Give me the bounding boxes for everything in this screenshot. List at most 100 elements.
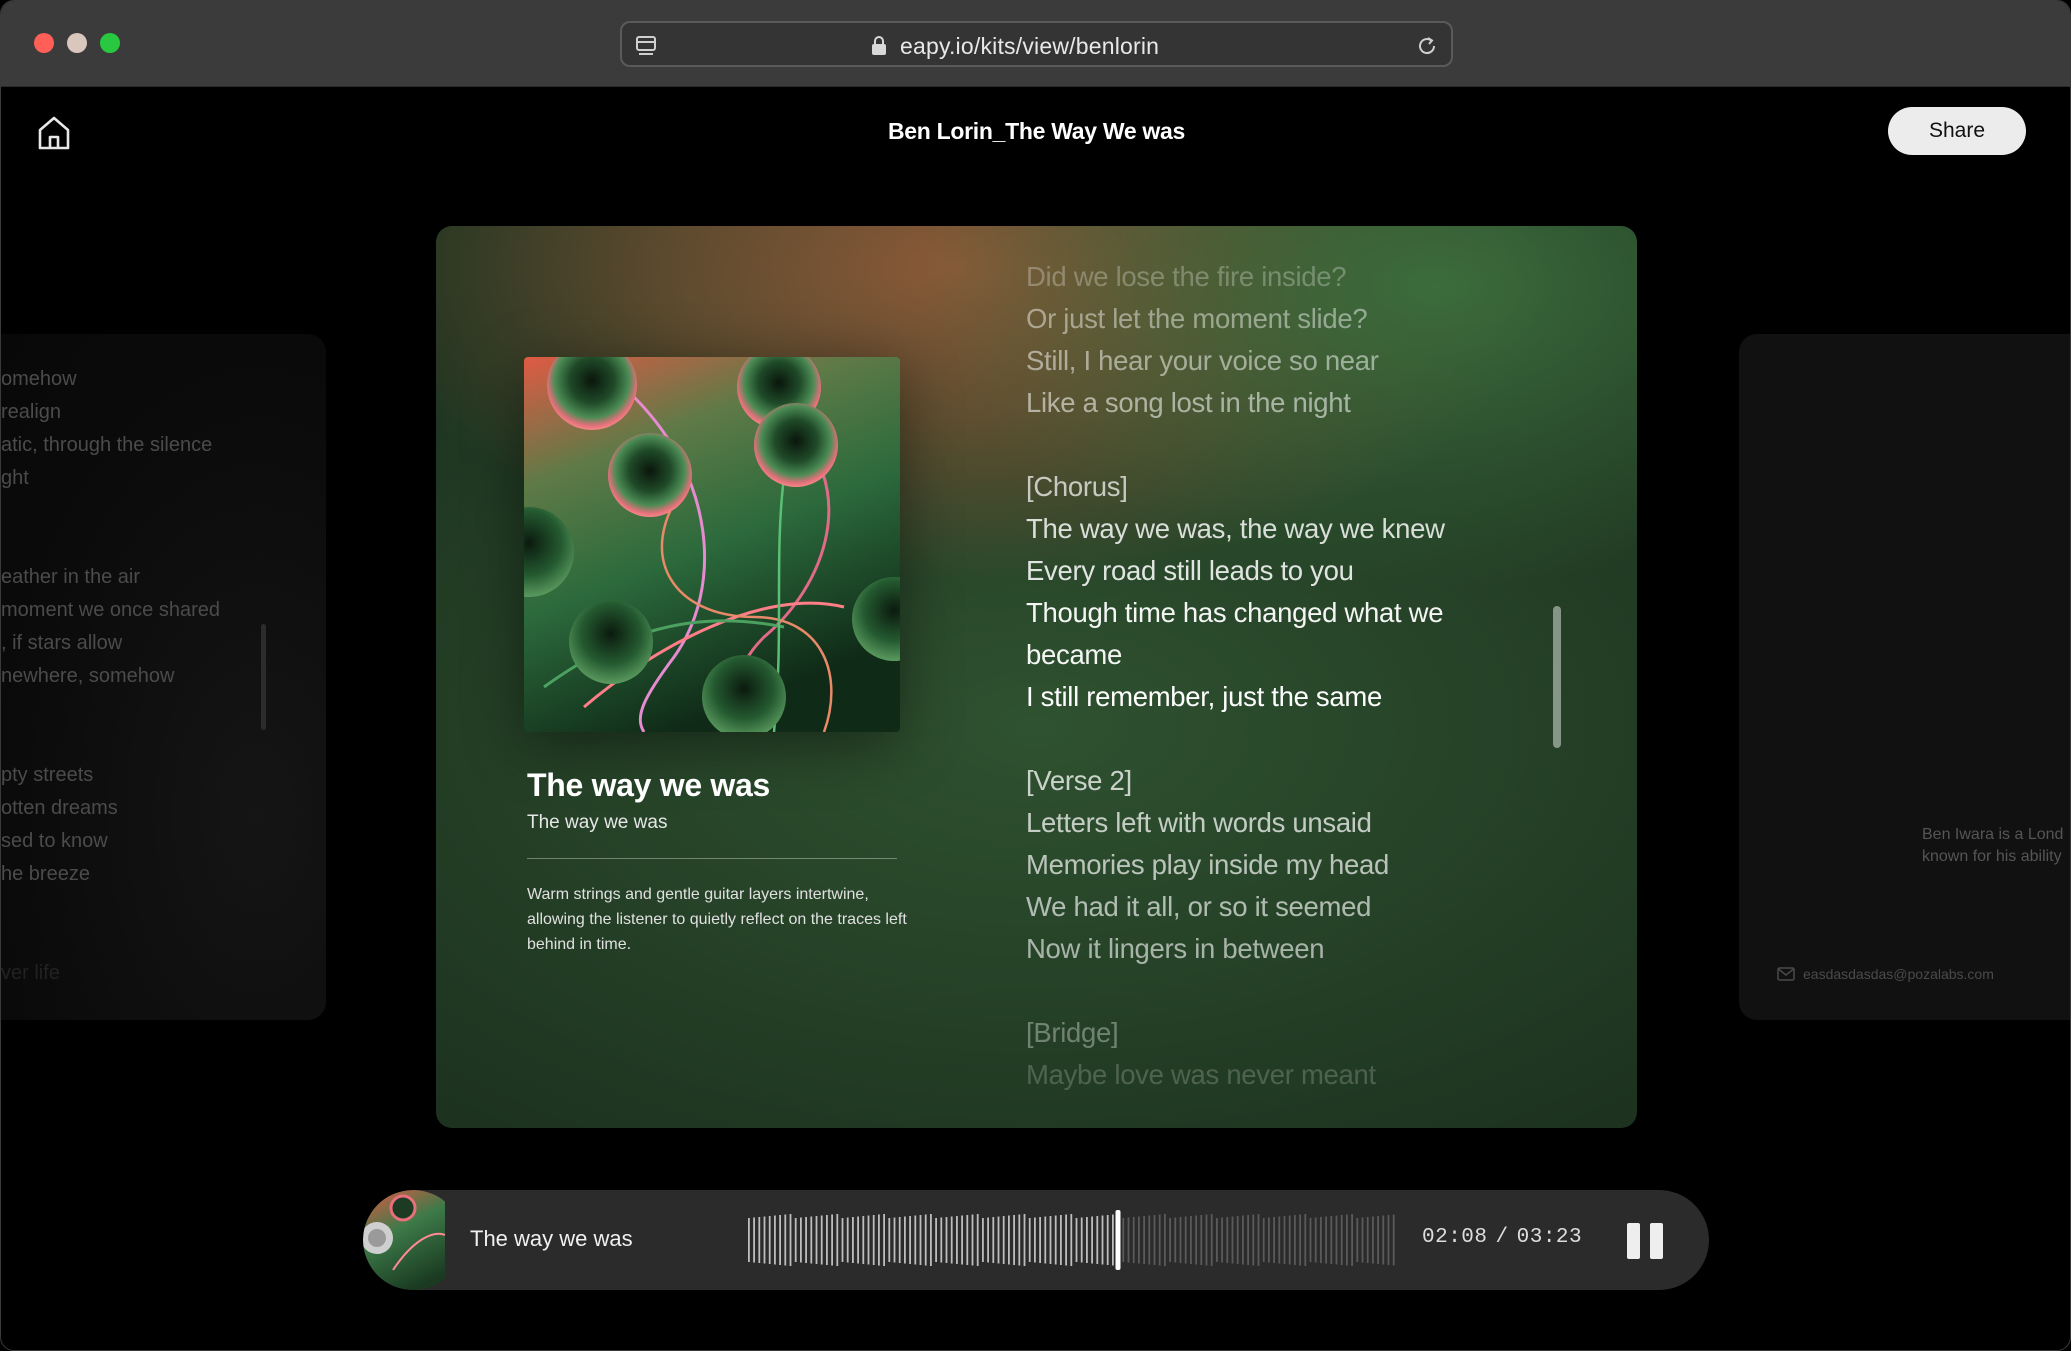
current-time: 02:08 bbox=[1422, 1226, 1488, 1249]
waveform-bar bbox=[1221, 1217, 1223, 1263]
previous-track-card[interactable]: omehow realign atic, through the silence… bbox=[1, 334, 326, 1020]
waveform-bar bbox=[1174, 1217, 1177, 1263]
lyric-line: realign bbox=[1, 401, 62, 423]
waveform-bar bbox=[1335, 1215, 1338, 1265]
waveform-bar bbox=[1377, 1216, 1379, 1264]
lyrics-panel[interactable]: Did we lose the fire inside? Or just let … bbox=[1026, 256, 1496, 1096]
pause-button[interactable] bbox=[1627, 1223, 1663, 1259]
share-button[interactable]: Share bbox=[1888, 107, 2026, 155]
waveform-bar bbox=[800, 1217, 802, 1263]
waveform-bar bbox=[867, 1215, 870, 1265]
lyric-line: omehow bbox=[1, 368, 77, 390]
reload-icon[interactable] bbox=[1413, 32, 1441, 60]
waveform-bar bbox=[1226, 1217, 1229, 1263]
track-card: The way we was The way we was Warm strin… bbox=[436, 226, 1637, 1128]
contact-email: easdasdasdas@pozalabs.com bbox=[1803, 966, 1994, 982]
waveform-bar bbox=[1080, 1217, 1083, 1263]
waveform-bar bbox=[1340, 1215, 1343, 1265]
waveform-bar bbox=[935, 1218, 937, 1262]
waveform-bar bbox=[846, 1217, 849, 1263]
lyric-line: , if stars allow bbox=[1, 632, 123, 654]
waveform-bar bbox=[1086, 1217, 1088, 1263]
waveform-bar bbox=[1304, 1214, 1307, 1266]
waveform-bar bbox=[1153, 1215, 1156, 1265]
waveform-bar bbox=[1018, 1214, 1021, 1266]
waveform-bar bbox=[1013, 1215, 1015, 1265]
waveform-bar bbox=[930, 1214, 932, 1266]
song-description: Warm strings and gentle guitar layers in… bbox=[527, 886, 907, 953]
waveform-bar bbox=[1023, 1214, 1026, 1266]
waveform-bar bbox=[914, 1215, 917, 1265]
waveform-bar bbox=[1070, 1214, 1073, 1266]
close-window-button[interactable] bbox=[34, 33, 54, 53]
divider bbox=[527, 858, 897, 859]
waveform-bar bbox=[1330, 1216, 1333, 1264]
waveform-bar bbox=[1392, 1214, 1395, 1266]
player-track-title: The way we was bbox=[470, 1226, 633, 1251]
lyric-line: ver life bbox=[1, 962, 60, 984]
browser-toolbar: eapy.io/kits/view/benlorin bbox=[1, 1, 2070, 87]
waveform-bar bbox=[982, 1218, 984, 1262]
waveform-bar bbox=[1283, 1216, 1286, 1264]
waveform-bar bbox=[1044, 1216, 1047, 1264]
next-track-card[interactable]: Ben Iwara is a Lond known for his abilit… bbox=[1739, 334, 2070, 1020]
waveform-bar bbox=[841, 1218, 844, 1262]
waveform-bar bbox=[883, 1214, 885, 1266]
song-title: The way we was bbox=[527, 767, 771, 803]
waveform-bar bbox=[794, 1218, 797, 1262]
waveform-bar bbox=[1169, 1218, 1171, 1262]
waveform-bar bbox=[805, 1217, 807, 1263]
waveform-bar bbox=[815, 1216, 818, 1264]
waveform-bar bbox=[1320, 1217, 1322, 1263]
bio-line: known for his ability bbox=[1922, 848, 2062, 865]
waveform-bar bbox=[919, 1215, 922, 1265]
waveform-bar bbox=[1164, 1214, 1166, 1266]
waveform-bar bbox=[1252, 1214, 1255, 1266]
waveform-bar bbox=[1382, 1215, 1385, 1265]
waveform-bar bbox=[1247, 1215, 1249, 1265]
tab-overview-icon[interactable] bbox=[632, 32, 660, 60]
scrollbar[interactable] bbox=[261, 624, 266, 730]
lyric-line: We had it all, or so it seemed bbox=[1026, 891, 1372, 922]
waveform-bar bbox=[1366, 1217, 1369, 1263]
lyric-line: I still remember, just the same bbox=[1026, 681, 1382, 712]
lyric-line: The way we was, the way we knew bbox=[1026, 513, 1445, 544]
waveform-bar bbox=[1299, 1214, 1301, 1266]
waveform-bar bbox=[1309, 1218, 1312, 1262]
waveform-bar bbox=[1143, 1216, 1145, 1264]
waveform-bar bbox=[1278, 1216, 1281, 1264]
waveform-bar bbox=[945, 1217, 948, 1263]
lyric-line: ght bbox=[1, 467, 29, 489]
now-playing-thumbnail bbox=[363, 1190, 445, 1290]
waveform-bar bbox=[924, 1214, 927, 1266]
waveform-bar bbox=[1356, 1218, 1359, 1262]
lyrics-scrollbar[interactable] bbox=[1553, 606, 1561, 748]
waveform-bar bbox=[852, 1217, 854, 1263]
waveform-bar bbox=[1148, 1215, 1151, 1265]
waveform-bar bbox=[1273, 1217, 1275, 1263]
time-separator: / bbox=[1495, 1226, 1509, 1249]
address-bar[interactable]: eapy.io/kits/view/benlorin bbox=[620, 21, 1453, 67]
waveform-seekbar[interactable] bbox=[747, 1210, 1397, 1270]
waveform-bar bbox=[1314, 1217, 1317, 1263]
waveform-bar bbox=[971, 1214, 974, 1266]
waveform-bar bbox=[1054, 1215, 1057, 1265]
waveform-bar bbox=[1106, 1215, 1109, 1265]
maximize-window-button[interactable] bbox=[100, 33, 120, 53]
waveform-bar bbox=[1294, 1215, 1296, 1265]
waveform-bar bbox=[1205, 1214, 1208, 1266]
waveform-bar bbox=[1262, 1218, 1265, 1262]
lyric-line: became bbox=[1026, 639, 1123, 670]
minimize-window-button[interactable] bbox=[67, 33, 87, 53]
playhead[interactable] bbox=[1115, 1210, 1121, 1270]
waveform-bar bbox=[1372, 1216, 1374, 1264]
waveform-bar bbox=[820, 1215, 823, 1265]
time-display: 02:08 / 03:23 bbox=[1422, 1226, 1582, 1249]
pause-icon bbox=[1650, 1223, 1663, 1259]
waveform-bar bbox=[1112, 1214, 1114, 1266]
waveform-bar bbox=[810, 1216, 813, 1264]
waveform-bar bbox=[1210, 1214, 1213, 1266]
song-subtitle: The way we was bbox=[527, 812, 668, 833]
waveform-bar bbox=[1075, 1218, 1078, 1262]
waveform-bar bbox=[1096, 1216, 1099, 1264]
